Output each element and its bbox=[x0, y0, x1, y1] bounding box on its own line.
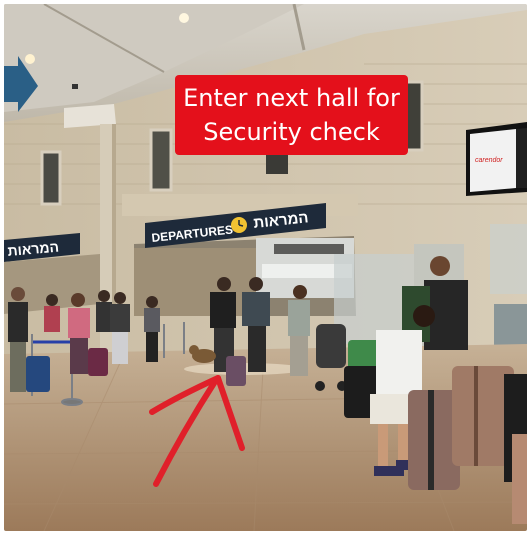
photo-frame: DEPARTURES המראות המראות carendor Enter … bbox=[0, 0, 531, 535]
airport-terminal-photo: DEPARTURES המראות המראות carendor Enter … bbox=[4, 4, 527, 531]
ceiling-light bbox=[179, 13, 189, 23]
callout-line-1: Enter next hall for bbox=[183, 84, 400, 112]
wall-window-1 bbox=[40, 150, 62, 206]
wall-window-3 bbox=[266, 152, 288, 174]
security-callout: Enter next hall for Security check bbox=[175, 75, 408, 155]
clock-icon bbox=[231, 217, 247, 233]
tv-screen: carendor bbox=[466, 122, 527, 196]
stroller bbox=[316, 324, 346, 368]
tv-brand-text: carendor bbox=[475, 157, 503, 164]
wall-window-2 bbox=[149, 128, 173, 192]
callout-line-2: Security check bbox=[203, 118, 380, 146]
ceiling-light-2 bbox=[25, 54, 35, 64]
